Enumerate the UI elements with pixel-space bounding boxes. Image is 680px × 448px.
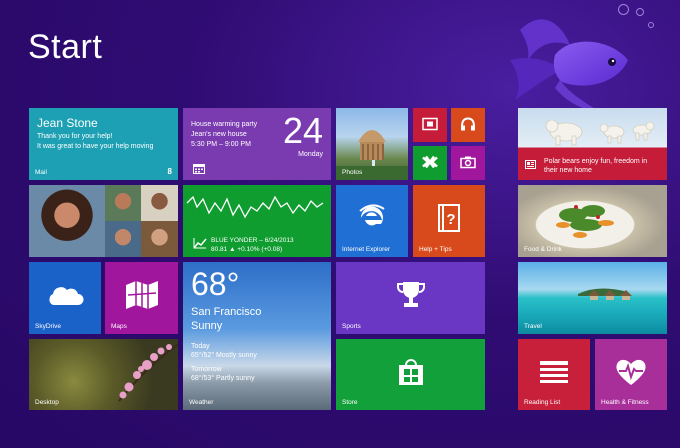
help-icon: ?: [438, 204, 460, 233]
sports-tile[interactable]: Sports: [336, 262, 485, 334]
polar-bears-photo: [545, 119, 655, 146]
ie-icon: [359, 204, 385, 226]
desktop-tile[interactable]: Desktop: [29, 339, 178, 410]
people-photo-3: [105, 221, 141, 257]
maps-label: Maps: [111, 323, 127, 330]
reading-list-label: Reading List: [524, 399, 561, 406]
people-photo-1: [105, 185, 141, 221]
weather-tile[interactable]: 68° San Francisco Sunny Today 65°/52° Mo…: [183, 262, 331, 410]
calendar-weekday: Monday: [298, 151, 323, 158]
weather-tomorrow-label: Tomorrow: [191, 366, 222, 373]
food-drink-label: Food & Drink: [524, 246, 562, 253]
desktop-label: Desktop: [35, 399, 59, 406]
finance-quote: 80.81 ▲ +0.10% (+0.08): [211, 246, 283, 253]
mail-unread-badge: 8: [167, 167, 172, 176]
food-drink-tile[interactable]: Food & Drink: [518, 185, 667, 257]
weather-tomorrow-forecast: 68°/53° Partly sunny: [191, 375, 255, 382]
bubble: [618, 4, 629, 15]
health-fitness-label: Health & Fitness: [601, 399, 649, 406]
mail-sender: Jean Stone: [37, 116, 98, 130]
mail-preview-line1: Thank you for your help!: [37, 133, 113, 140]
games-tile[interactable]: [413, 146, 447, 180]
people-photo-main: [29, 185, 105, 257]
bubble: [648, 22, 654, 28]
start-title: Start: [28, 28, 103, 66]
help-tips-tile[interactable]: ? Help + Tips: [413, 185, 485, 257]
calendar-icon: [193, 164, 205, 174]
mail-label: Mail: [35, 169, 47, 176]
chart-up-icon: [193, 238, 207, 249]
weather-city: San Francisco: [191, 306, 262, 318]
help-label: Help + Tips: [419, 246, 452, 253]
news-tile[interactable]: Polar bears enjoy fun, freedom in their …: [518, 108, 667, 180]
music-tile[interactable]: [451, 108, 485, 142]
calendar-event: House warming party: [191, 121, 258, 128]
heart-icon: [616, 359, 646, 385]
internet-explorer-tile[interactable]: Internet Explorer: [336, 185, 408, 257]
store-label: Store: [342, 399, 358, 406]
video-tile[interactable]: [413, 108, 447, 142]
travel-tile[interactable]: Travel: [518, 262, 667, 334]
games-icon: [422, 155, 438, 168]
finance-chart: [186, 195, 324, 219]
sports-label: Sports: [342, 323, 361, 330]
health-fitness-tile[interactable]: Health & Fitness: [595, 339, 667, 410]
store-icon: [398, 358, 423, 385]
people-photo-2: [141, 185, 178, 221]
travel-label: Travel: [524, 323, 542, 330]
camera-tile[interactable]: [451, 146, 485, 180]
cloud-icon: [49, 287, 84, 306]
calendar-day: 24: [282, 110, 323, 151]
mail-preview-line2: It was great to have your help moving: [37, 143, 154, 150]
photos-tile[interactable]: Photos: [336, 108, 408, 180]
skydrive-tile[interactable]: SkyDrive: [29, 262, 101, 334]
svg-text:?: ?: [446, 211, 455, 228]
maps-tile[interactable]: Maps: [105, 262, 178, 334]
ie-label: Internet Explorer: [342, 246, 391, 253]
music-icon: [461, 117, 475, 131]
camera-icon: [460, 156, 476, 168]
news-headline: Polar bears enjoy fun, freedom in their …: [544, 158, 648, 174]
store-tile[interactable]: Store: [336, 339, 485, 410]
reading-list-icon: [538, 358, 568, 385]
reading-list-tile[interactable]: Reading List: [518, 339, 590, 410]
people-tile[interactable]: [29, 185, 178, 257]
photos-label: Photos: [342, 169, 363, 176]
calendar-tile[interactable]: House warming party Jean's new house 5:3…: [183, 108, 331, 180]
finance-ticker: BLUE YONDER – 6/24/2013: [211, 237, 294, 244]
weather-temp: 68°: [191, 266, 240, 302]
map-icon: [125, 281, 158, 310]
weather-condition: Sunny: [191, 320, 223, 332]
finance-tile[interactable]: BLUE YONDER – 6/24/2013 80.81 ▲ +0.10% (…: [183, 185, 331, 257]
people-photo-4: [141, 221, 178, 257]
news-icon: [525, 160, 536, 169]
weather-label: Weather: [189, 399, 214, 406]
mail-tile[interactable]: Jean Stone Thank you for your help! It w…: [29, 108, 178, 180]
calendar-location: Jean's new house: [191, 131, 247, 138]
calendar-time: 5:30 PM – 9:00 PM: [191, 141, 251, 148]
betta-fish-art: [510, 19, 628, 112]
trophy-icon: [396, 282, 425, 308]
skydrive-label: SkyDrive: [35, 323, 62, 330]
weather-today-forecast: 65°/52° Mostly sunny: [191, 352, 257, 359]
bubble: [636, 8, 644, 16]
video-icon: [422, 117, 438, 130]
weather-today-label: Today: [191, 343, 210, 350]
